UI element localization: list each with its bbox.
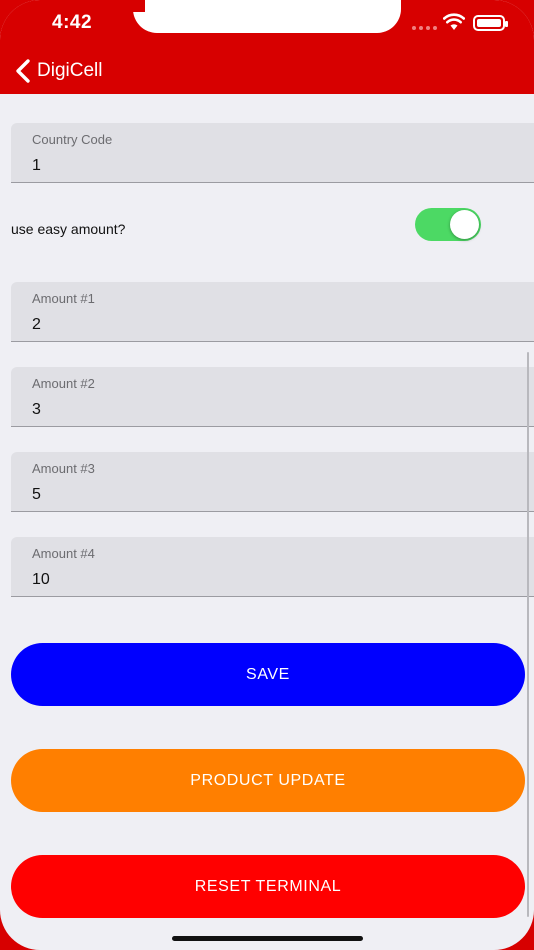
amount-3-field[interactable]: Amount #3 5 xyxy=(11,452,534,512)
country-code-field[interactable]: Country Code 1 xyxy=(11,123,534,183)
country-code-label: Country Code xyxy=(32,132,113,147)
country-code-value: 1 xyxy=(32,157,41,174)
app-screen: 4:42 DigiCell Country Code 1 use easy am… xyxy=(0,0,534,950)
reset-terminal-button[interactable]: RESET TERMINAL xyxy=(11,855,525,918)
amount-4-label: Amount #4 xyxy=(32,546,95,561)
vertical-scrollbar[interactable] xyxy=(527,352,529,917)
amount-2-field[interactable]: Amount #2 3 xyxy=(11,367,534,427)
amount-4-field[interactable]: Amount #4 10 xyxy=(11,537,534,597)
amount-3-label: Amount #3 xyxy=(32,461,95,476)
amount-4-value: 10 xyxy=(32,571,50,588)
chevron-left-icon xyxy=(16,59,30,83)
toggle-knob xyxy=(450,210,479,239)
battery-icon xyxy=(473,15,508,31)
amount-3-value: 5 xyxy=(32,486,41,503)
status-time: 4:42 xyxy=(52,12,93,33)
easy-amount-label: use easy amount? xyxy=(11,221,126,237)
cellular-signal-icon xyxy=(412,26,437,30)
back-button-label: DigiCell xyxy=(37,60,103,81)
save-button[interactable]: SAVE xyxy=(11,643,525,706)
amount-2-label: Amount #2 xyxy=(32,376,95,391)
back-button[interactable]: DigiCell xyxy=(14,58,102,84)
status-bar: 4:42 xyxy=(0,0,534,46)
device-notch xyxy=(133,0,401,33)
amount-1-value: 2 xyxy=(32,316,41,333)
easy-amount-toggle[interactable] xyxy=(415,208,481,241)
amount-1-field[interactable]: Amount #1 2 xyxy=(11,282,534,342)
home-indicator[interactable] xyxy=(172,936,363,941)
amount-1-label: Amount #1 xyxy=(32,291,95,306)
product-update-button[interactable]: PRODUCT UPDATE xyxy=(11,749,525,812)
navigation-bar: DigiCell xyxy=(0,46,534,94)
amount-2-value: 3 xyxy=(32,401,41,418)
wifi-icon xyxy=(443,13,465,30)
